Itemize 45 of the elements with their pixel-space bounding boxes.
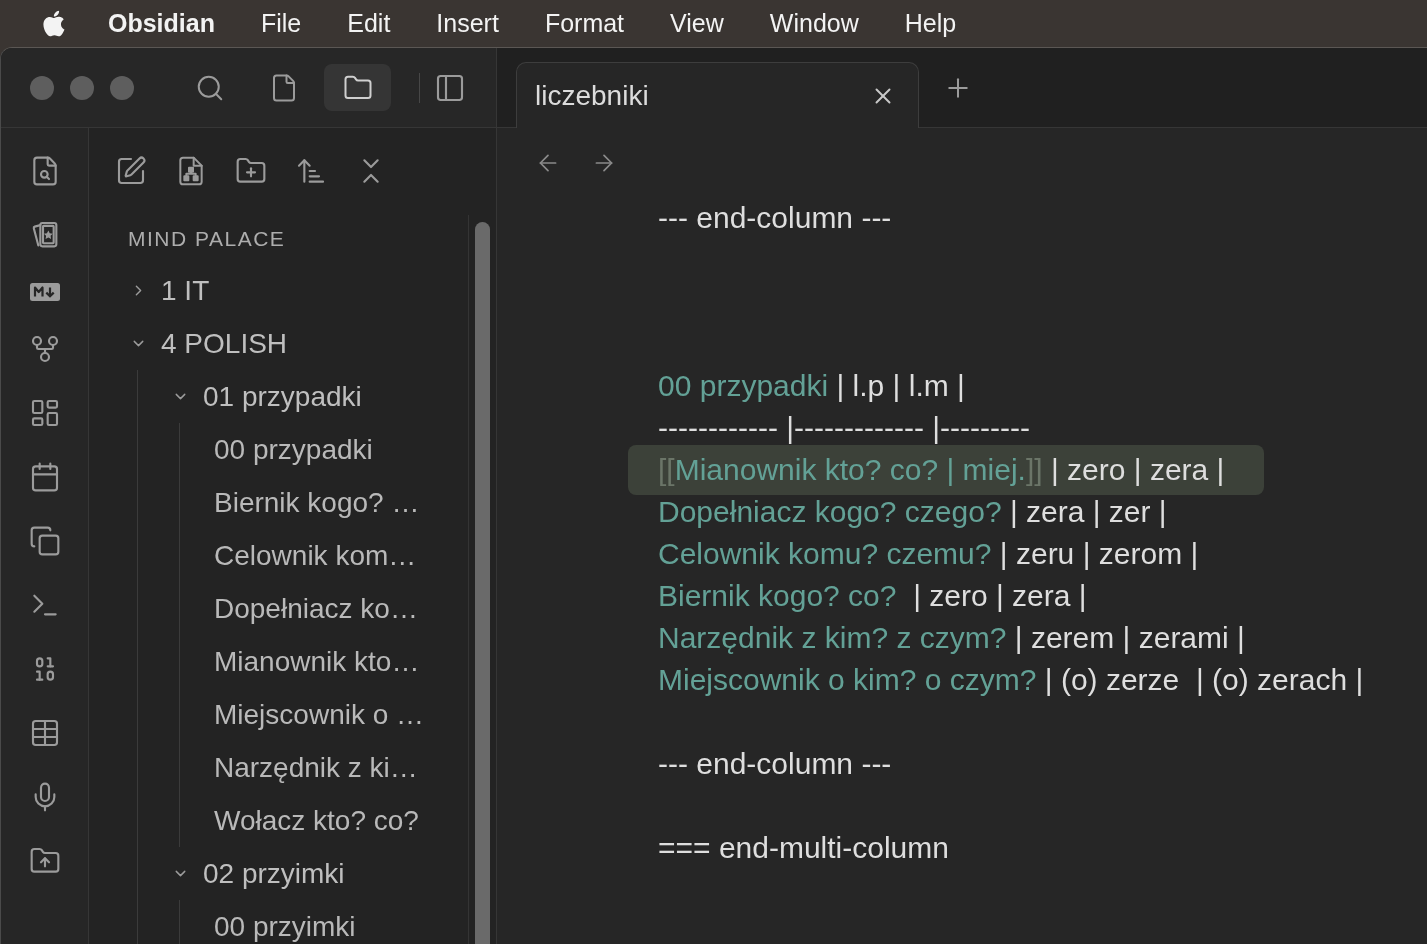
scrollbar-thumb[interactable] <box>475 222 490 944</box>
editor-line: Celownik komu? czemu? | zeru | zerom | <box>658 536 1199 572</box>
folder-item[interactable]: 1 IT <box>130 274 210 307</box>
menu-item[interactable]: Edit <box>347 8 391 38</box>
note-link[interactable]: Miejscownik o kim? o czym? <box>658 663 1037 696</box>
editor-line: Miejscownik o kim? o czym? | (o) zerze | (o) zerach | <box>658 662 1364 698</box>
edit-icon[interactable] <box>115 155 147 187</box>
folder-item[interactable]: 4 POLISH <box>130 327 288 360</box>
menu-item[interactable]: Insert <box>436 8 499 38</box>
note-item[interactable]: Miejscownik o … <box>214 698 425 731</box>
menu-item[interactable]: Format <box>544 8 625 38</box>
editor-line: Dopełniacz kogo? czego? | zera | zer | <box>658 494 1167 530</box>
note-link[interactable]: Dopełniacz kogo? czego? <box>658 495 1002 528</box>
note-item[interactable]: Wołacz kto? co? <box>214 804 419 837</box>
note-link[interactable]: Narzędnik z kim? z czym? <box>658 621 1007 654</box>
note-link[interactable]: 00 przypadki <box>658 369 829 402</box>
menu-item[interactable]: Window <box>769 8 859 38</box>
folder-item[interactable]: 01 przypadki <box>172 380 362 413</box>
note-link[interactable]: Mianownik kto? co? | miej. <box>674 453 1026 486</box>
folder-button[interactable] <box>324 64 391 111</box>
editor-line: Biernik kogo? co? | zero | zera | <box>658 578 1087 614</box>
note-link[interactable]: Biernik kogo? co? <box>658 579 897 612</box>
menu-item[interactable]: File <box>260 8 302 38</box>
folder-item[interactable]: 02 przyimki <box>172 857 345 890</box>
note-item[interactable]: Dopełniacz ko… <box>214 592 418 625</box>
markdown-icon[interactable] <box>29 283 60 301</box>
editor-line: --- end-column --- <box>658 746 892 782</box>
copy-icon[interactable] <box>28 525 61 557</box>
editor-line: ------------ |------------- |--------- <box>658 410 1030 446</box>
note-item[interactable]: Narzędnik z ki… <box>214 751 418 784</box>
vault-name: MIND PALACE <box>128 226 286 252</box>
editor-line: Narzędnik z kim? z czym? | zerem | zerami | <box>658 620 1245 656</box>
tab[interactable]: liczebniki <box>516 62 919 128</box>
menu-item[interactable]: View <box>670 8 724 38</box>
app-menu[interactable]: Obsidian <box>108 8 215 38</box>
note-item[interactable]: Mianownik kto… <box>214 645 420 678</box>
editor-line: 00 przypadki | l.p | l.m | <box>658 368 965 404</box>
menu-item[interactable]: Help <box>904 8 957 38</box>
note-item[interactable]: Celownik kom… <box>214 539 417 572</box>
note-item[interactable]: 00 przypadki <box>214 433 373 466</box>
note-link[interactable]: Celownik komu? czemu? <box>658 537 992 570</box>
note-item[interactable]: 00 przyimki <box>214 910 356 943</box>
note-item[interactable]: Biernik kogo? … <box>214 486 420 519</box>
editor-line: --- end-column --- <box>658 200 892 236</box>
editor-line: === end-multi-column <box>658 830 949 866</box>
